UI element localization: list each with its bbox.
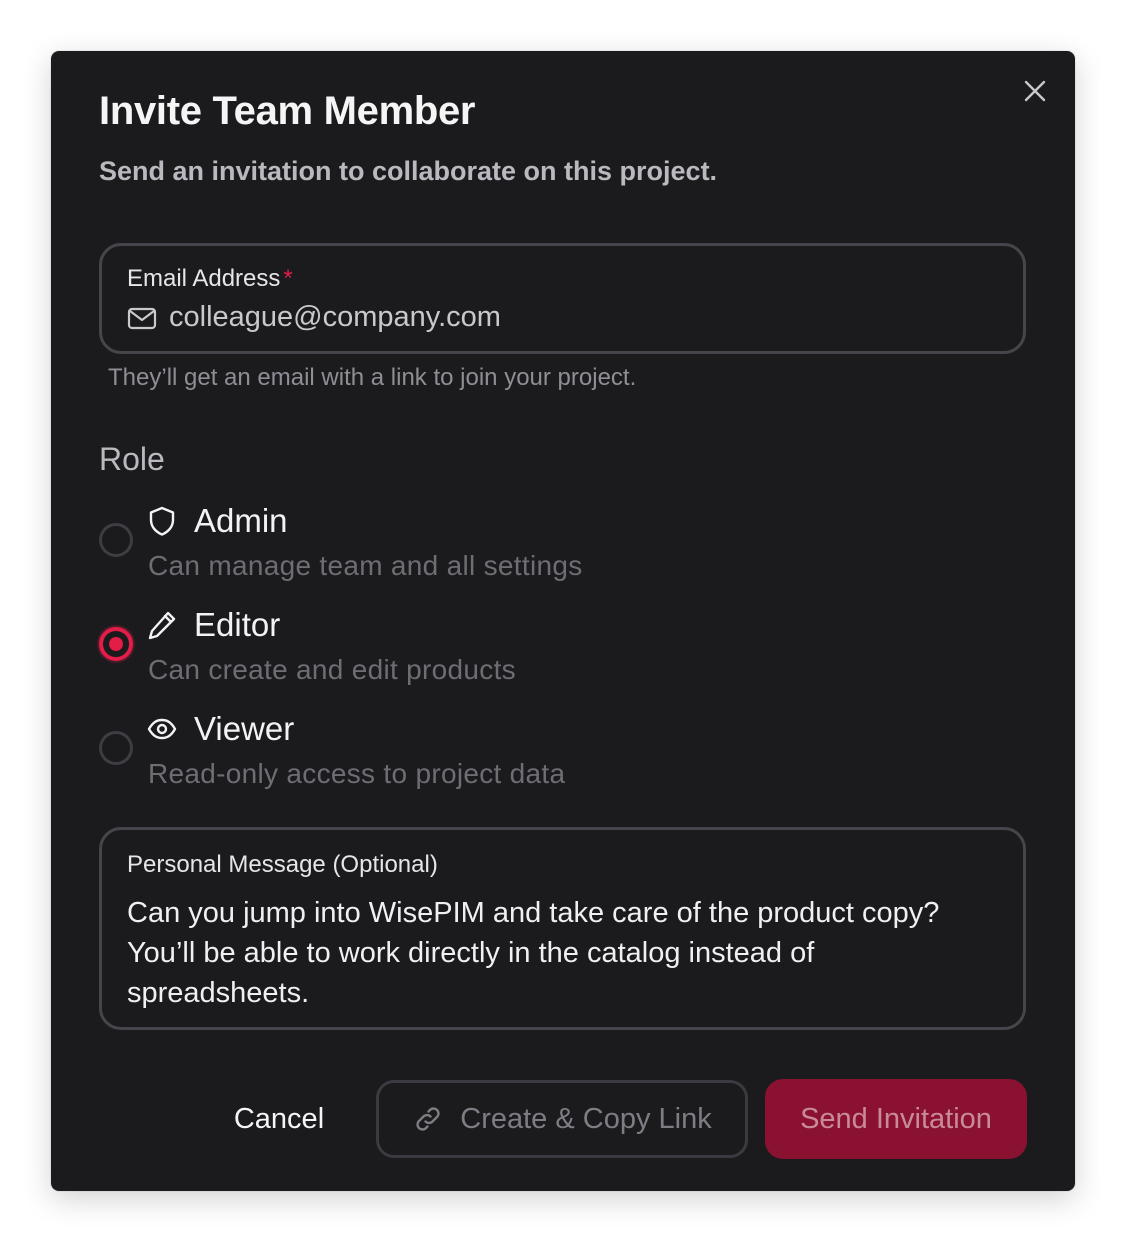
dialog-subtitle: Send an invitation to collaborate on thi… (99, 156, 718, 186)
mail-icon (127, 307, 157, 329)
email-field[interactable]: Email Address * colleague@company.com (99, 243, 1026, 354)
role-option-editor[interactable]: Editor Can create and edit products (97, 606, 797, 696)
link-icon (416, 1107, 440, 1131)
radio-editor[interactable] (99, 627, 133, 661)
close-icon (1024, 80, 1046, 102)
role-title-admin: Admin (194, 502, 288, 539)
role-desc-admin: Can manage team and all settings (148, 550, 583, 581)
email-input[interactable]: colleague@company.com (169, 301, 501, 334)
personal-message-textarea[interactable]: Can you jump into WisePIM and take care … (127, 893, 997, 1013)
create-copy-link-label: Create & Copy Link (460, 1102, 712, 1135)
dialog-title: Invite Team Member (99, 89, 476, 133)
radio-admin[interactable] (99, 523, 133, 557)
role-title-row: Admin (147, 502, 288, 540)
role-heading: Role (99, 441, 165, 477)
role-title-row: Viewer (147, 710, 294, 748)
close-button[interactable] (1021, 77, 1049, 105)
personal-message-field[interactable]: Personal Message (Optional) Can you jump… (99, 827, 1026, 1030)
role-desc-viewer: Read-only access to project data (148, 758, 566, 789)
email-label: Email Address * (127, 265, 293, 293)
role-title-row: Editor (147, 606, 280, 644)
create-copy-link-button[interactable]: Create & Copy Link (376, 1080, 748, 1158)
role-option-viewer[interactable]: Viewer Read-only access to project data (97, 710, 797, 800)
personal-message-label: Personal Message (Optional) (127, 851, 438, 878)
eye-icon (147, 718, 177, 740)
cancel-button[interactable]: Cancel (215, 1081, 343, 1157)
role-desc-editor: Can create and edit products (148, 654, 516, 685)
email-helper-text: They’ll get an email with a link to join… (108, 364, 637, 391)
shield-icon (149, 506, 175, 536)
send-invitation-button[interactable]: Send Invitation (765, 1079, 1027, 1159)
role-title-viewer: Viewer (194, 710, 295, 747)
required-indicator: * (283, 265, 293, 292)
email-input-row[interactable]: colleague@company.com (127, 301, 501, 334)
email-label-text: Email Address (127, 265, 281, 292)
role-title-editor: Editor (194, 606, 281, 643)
pencil-icon (148, 611, 176, 640)
radio-viewer[interactable] (99, 731, 133, 765)
role-option-admin[interactable]: Admin Can manage team and all settings (97, 502, 797, 592)
invite-dialog: Invite Team Member Send an invitation to… (51, 51, 1075, 1191)
